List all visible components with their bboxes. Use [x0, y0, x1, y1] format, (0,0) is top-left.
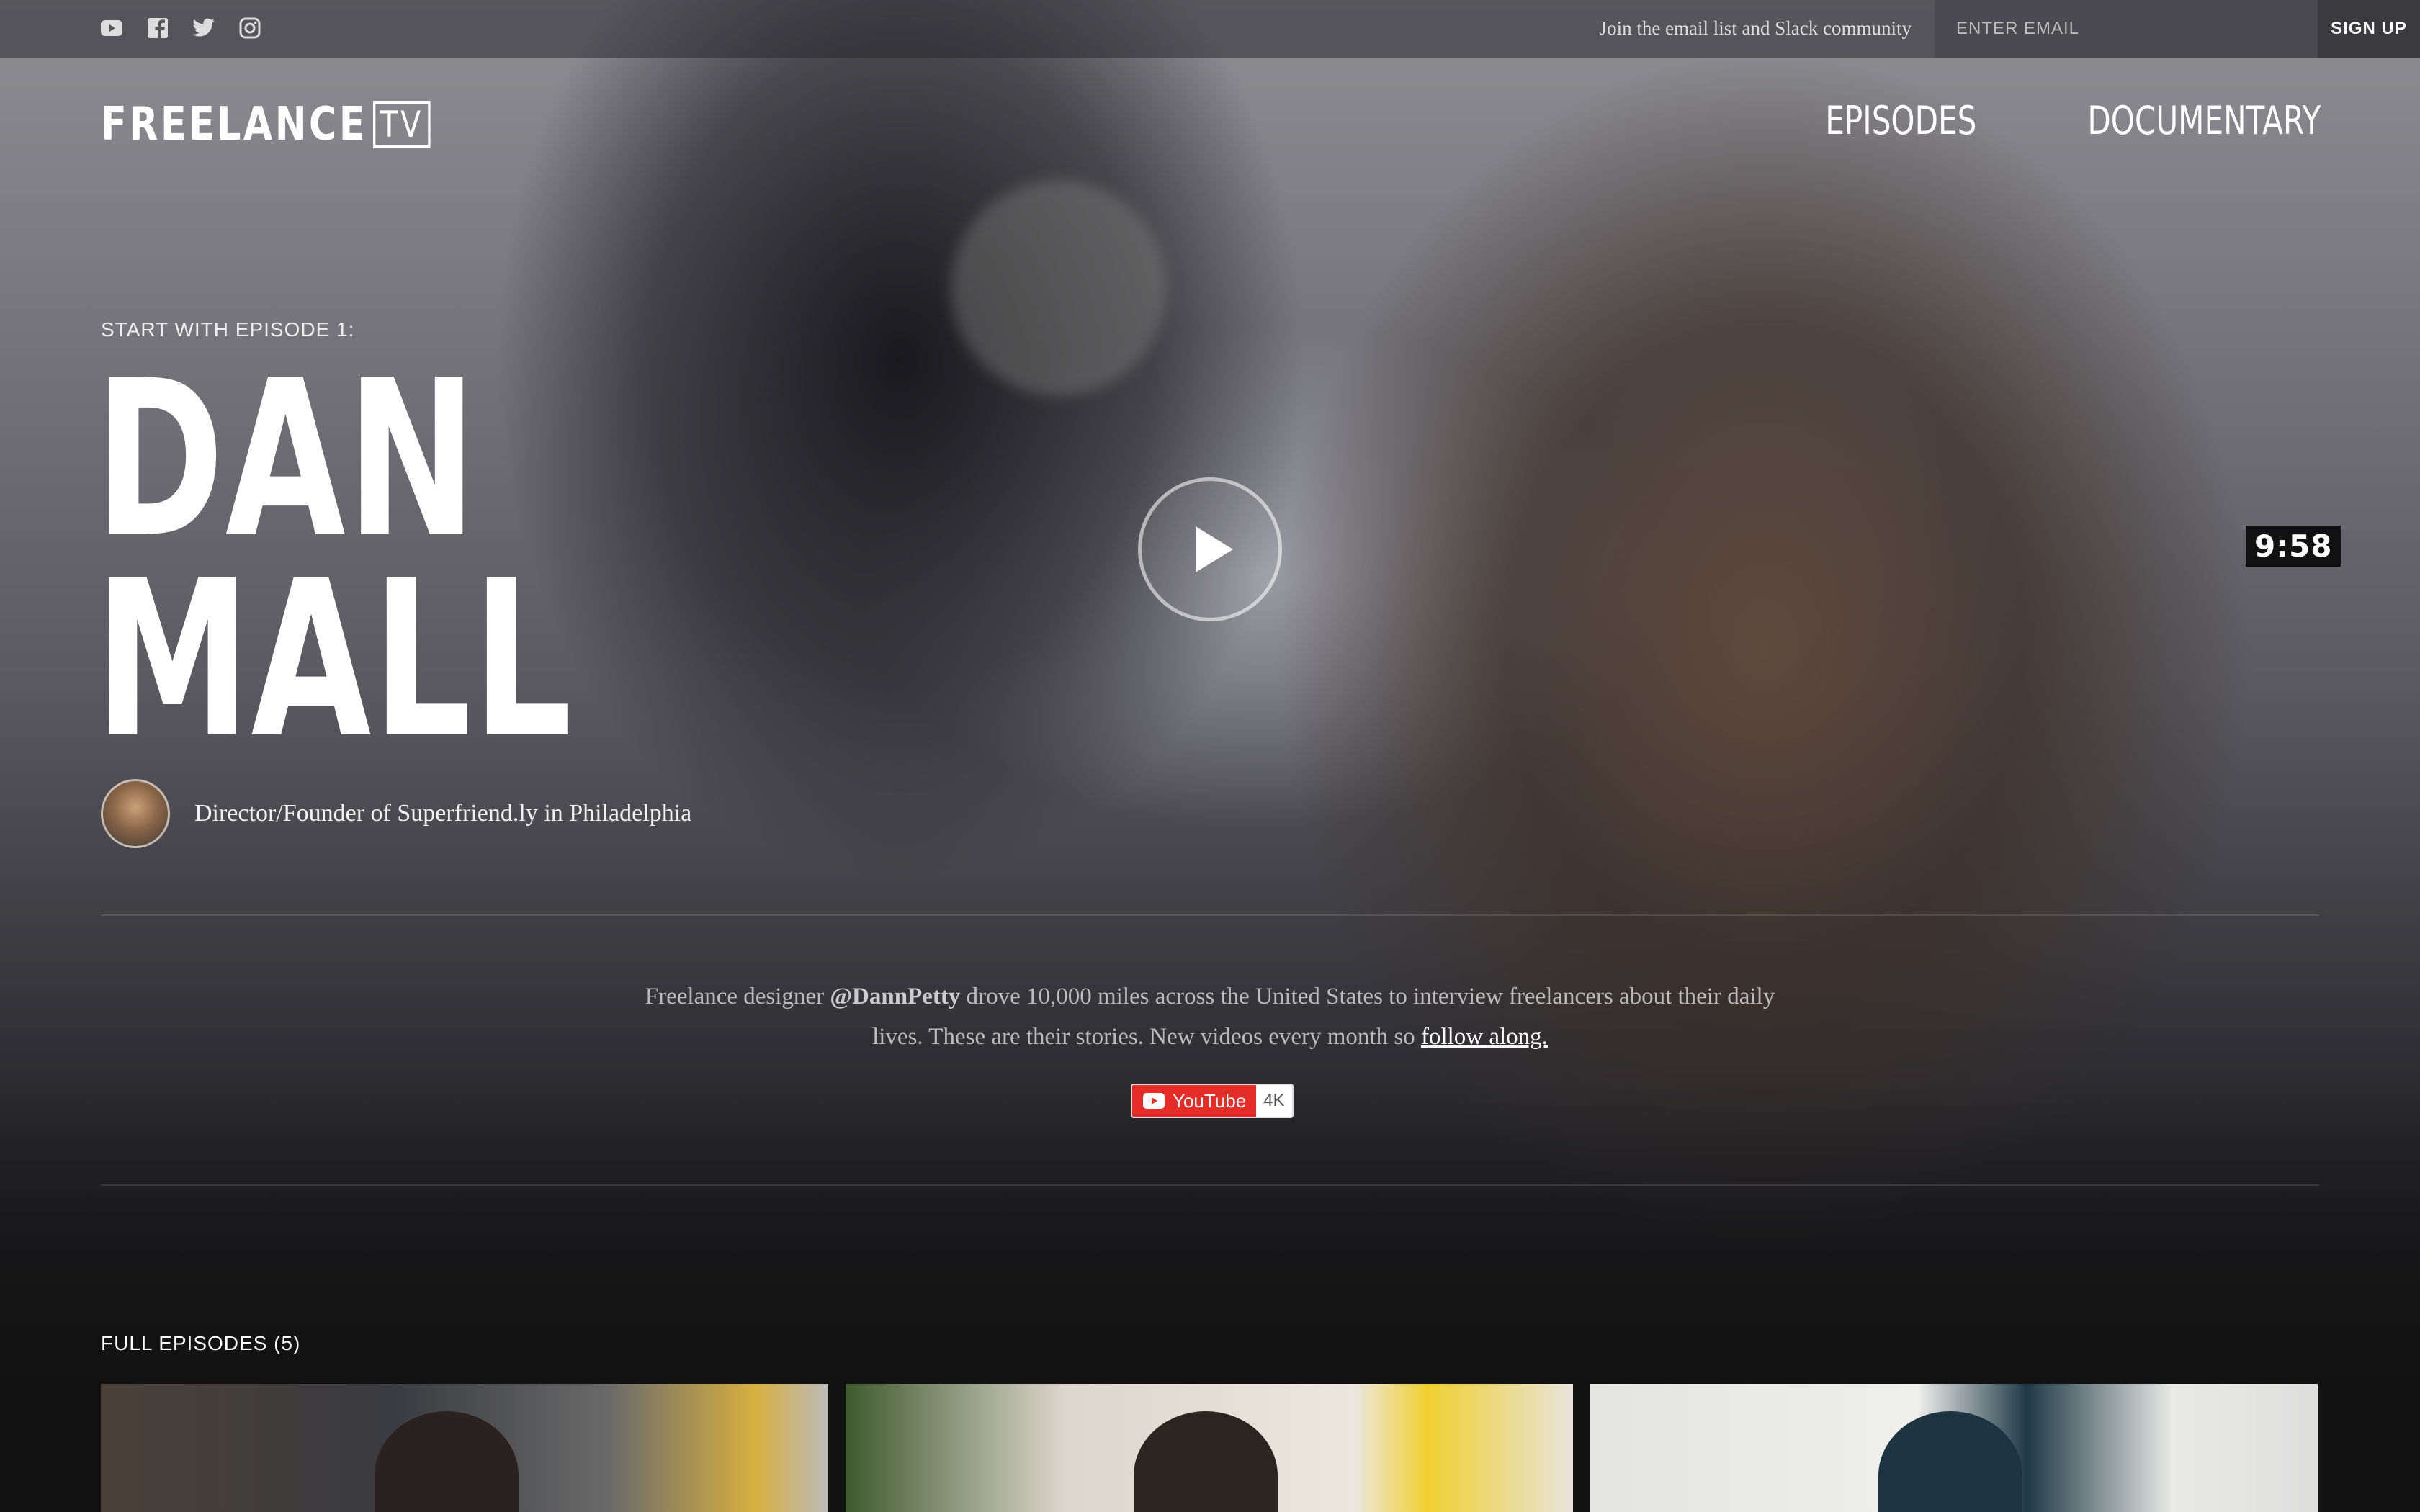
logo-badge: TV — [373, 101, 431, 148]
instagram-icon[interactable] — [238, 16, 262, 40]
email-input[interactable] — [1935, 0, 2318, 58]
youtube-play-icon — [1143, 1093, 1165, 1109]
video-duration: 9:58 — [2246, 526, 2341, 567]
episode-thumbnail-person — [1878, 1411, 2022, 1512]
youtube-4k-badge[interactable]: YouTube 4K — [1131, 1084, 1294, 1118]
guest-info: Director/Founder of Superfriend.ly in Ph… — [101, 779, 691, 848]
intro-text-before: Freelance designer — [645, 984, 830, 1009]
intro-description: Freelance designer @DannPetty drove 10,0… — [634, 976, 1786, 1057]
episode-thumbnail-person — [375, 1411, 519, 1512]
bokeh-highlight — [951, 180, 1167, 396]
twitter-icon[interactable] — [192, 16, 216, 40]
freelance-tv-logo[interactable]: FREELANCE TV — [101, 98, 431, 151]
nav-episodes[interactable]: EPISODES — [1826, 98, 1977, 143]
quality-label: 4K — [1256, 1085, 1292, 1117]
avatar — [101, 779, 170, 848]
episode-card[interactable] — [846, 1384, 1573, 1512]
logo-text: FREELANCE — [101, 98, 367, 151]
dann-petty-handle[interactable]: @DannPetty — [830, 984, 960, 1009]
top-bar: Join the email list and Slack community … — [0, 0, 2420, 58]
play-icon — [1196, 526, 1233, 572]
facebook-icon[interactable] — [145, 16, 170, 40]
play-button[interactable] — [1138, 477, 1282, 621]
guest-role: Director/Founder of Superfriend.ly in Ph… — [194, 800, 692, 827]
divider-bottom — [101, 1184, 2319, 1186]
guest-name[interactable]: DAN MALL — [95, 334, 573, 786]
episode-card[interactable] — [101, 1384, 828, 1512]
episode-card[interactable] — [1590, 1384, 2318, 1512]
episode-list — [101, 1384, 2318, 1512]
guest-name-line2: MALL — [95, 534, 573, 786]
divider-top — [101, 914, 2319, 916]
youtube-logo: YouTube — [1132, 1085, 1257, 1117]
follow-along-link[interactable]: follow along. — [1421, 1024, 1548, 1050]
intro-text-after: drove 10,000 miles across the United Sta… — [872, 984, 1775, 1050]
nav-documentary[interactable]: DOCUMENTARY — [2087, 98, 2321, 143]
main-nav: EPISODES DOCUMENTARY — [1783, 98, 2321, 143]
guest-name-line1: DAN — [95, 334, 478, 585]
youtube-icon[interactable] — [99, 16, 124, 40]
episode-thumbnail-person — [1134, 1411, 1278, 1512]
youtube-label: YouTube — [1173, 1089, 1247, 1112]
signup-button[interactable]: SIGN UP — [2318, 0, 2420, 58]
social-links — [99, 16, 262, 40]
join-community-text: Join the email list and Slack community — [1599, 17, 1912, 39]
full-episodes-title: FULL EPISODES (5) — [101, 1332, 301, 1354]
